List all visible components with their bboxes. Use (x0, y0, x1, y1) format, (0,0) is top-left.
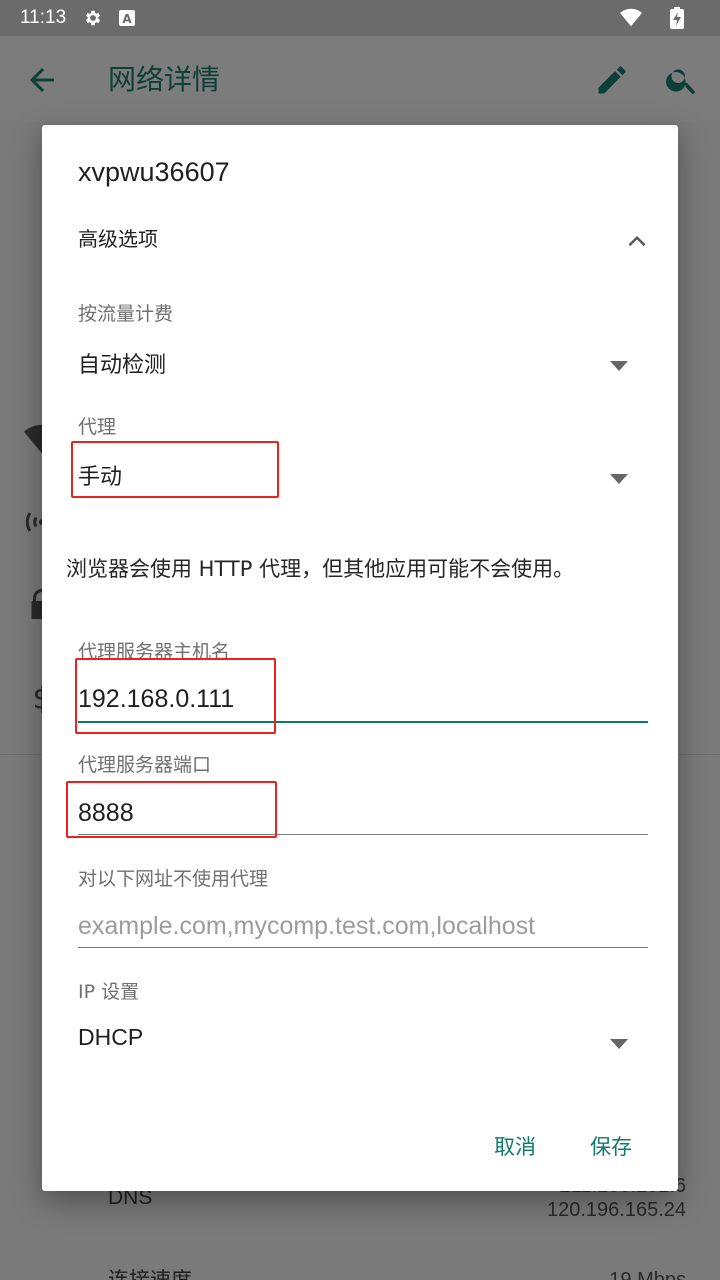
proxy-dropdown[interactable]: 手动 (42, 451, 678, 501)
port-underline (78, 834, 648, 835)
cancel-button[interactable]: 取消 (494, 1131, 536, 1161)
advanced-options-toggle[interactable]: 高级选项 (78, 223, 654, 263)
svg-text:A: A (122, 12, 132, 26)
dns-secondary: 120.196.165.24 (546, 1199, 686, 1221)
battery-charging-icon (666, 7, 688, 29)
chevron-up-icon (624, 229, 650, 255)
back-arrow-icon[interactable] (24, 62, 60, 98)
metered-label: 按流量计费 (78, 303, 174, 325)
proxy-hostname-label: 代理服务器主机名 (78, 641, 231, 663)
bypass-proxy-label: 对以下网址不使用代理 (78, 868, 269, 890)
link-speed-value: 19 Mbps (609, 1269, 686, 1280)
wifi-icon (620, 7, 642, 29)
edit-pencil-icon[interactable] (594, 62, 630, 98)
hostname-underline (78, 721, 648, 723)
proxy-hostname-input[interactable] (78, 678, 648, 720)
metered-dropdown[interactable]: 自动检测 (42, 337, 678, 387)
metered-value: 自动检测 (78, 353, 167, 378)
dropdown-arrow-icon (610, 469, 628, 484)
bypass-proxy-input[interactable] (78, 905, 648, 947)
page-title: 网络详情 (108, 63, 221, 96)
link-speed-label: 连接速度 (108, 1264, 192, 1280)
app-bar: 网络详情 (0, 36, 720, 122)
proxy-label: 代理 (78, 416, 117, 438)
dialog-title: xvpwu36607 (78, 157, 230, 187)
gear-icon (82, 7, 104, 29)
proxy-port-label: 代理服务器端口 (78, 754, 212, 776)
proxy-note: 浏览器会使用 HTTP 代理，但其他应用可能不会使用。 (66, 557, 575, 581)
dropdown-arrow-icon (610, 1034, 628, 1049)
ip-settings-label: IP 设置 (78, 981, 140, 1003)
proxy-port-input[interactable] (78, 792, 648, 834)
ip-settings-value: DHCP (78, 1024, 144, 1050)
search-icon[interactable] (664, 62, 700, 98)
status-bar: 11:13 A (0, 0, 720, 36)
proxy-value: 手动 (78, 465, 123, 490)
wifi-network-dialog: xvpwu36607 高级选项 按流量计费 自动检测 代理 手动 浏览器会使用 … (42, 125, 678, 1191)
font-a-icon: A (116, 7, 138, 29)
bypass-underline (78, 947, 648, 948)
ip-settings-dropdown[interactable]: DHCP (42, 1015, 678, 1065)
advanced-options-label: 高级选项 (78, 227, 158, 251)
save-button[interactable]: 保存 (590, 1131, 632, 1161)
status-time: 11:13 (20, 7, 67, 28)
dropdown-arrow-icon (610, 356, 628, 371)
